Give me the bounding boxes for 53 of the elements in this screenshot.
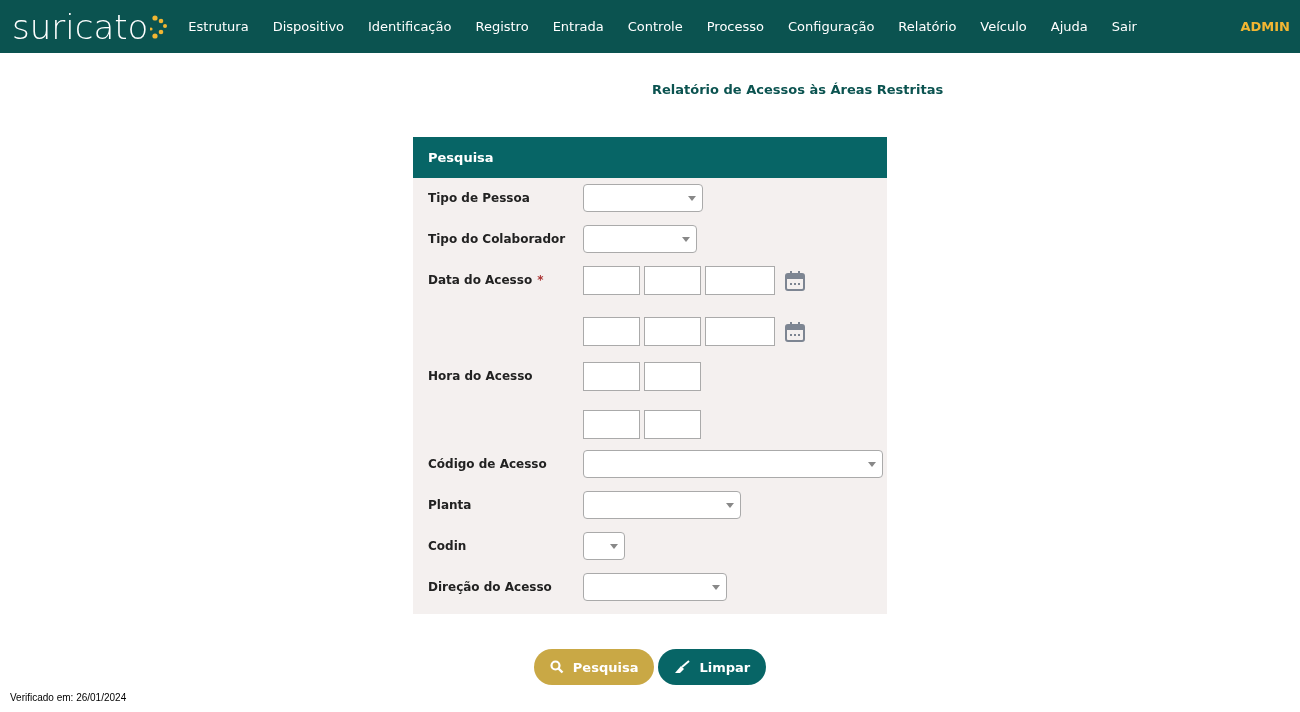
hour-input[interactable]: [583, 410, 640, 439]
field-label: Tipo do Colaborador: [428, 231, 567, 248]
dropdown[interactable]: [583, 450, 883, 478]
minute-input[interactable]: [644, 410, 701, 439]
dropdown[interactable]: [583, 532, 625, 560]
nav-item[interactable]: Registro: [463, 19, 541, 34]
dots-logo-icon: [150, 13, 169, 40]
dropdown[interactable]: [583, 491, 741, 519]
caret-icon: [610, 543, 618, 549]
year-input[interactable]: [705, 317, 775, 346]
nav-item[interactable]: Identificação: [356, 19, 464, 34]
caret-icon: [688, 195, 696, 201]
caret-icon: [682, 236, 690, 242]
field-label: Direção do Acesso: [428, 579, 553, 596]
broom-icon: [674, 660, 691, 674]
nav-item[interactable]: Entrada: [540, 19, 616, 34]
field-label: Tipo de Pessoa: [428, 190, 531, 207]
hour-input[interactable]: [583, 362, 640, 391]
field-label: Planta: [428, 497, 473, 514]
caret-icon: [726, 502, 734, 508]
nav-item[interactable]: Sair: [1099, 19, 1149, 34]
calendar-icon[interactable]: [785, 321, 805, 342]
calendar-icon[interactable]: [785, 270, 805, 291]
field-label: Codin: [428, 538, 468, 555]
nav-item[interactable]: Ajuda: [1038, 19, 1100, 34]
field-label: Data do Acesso *: [428, 272, 545, 289]
page-title: Relatório de Acessos às Áreas Restritas: [652, 82, 945, 97]
nav-item[interactable]: Configuração: [776, 19, 887, 34]
day-input[interactable]: [583, 317, 640, 346]
nav-item[interactable]: Veículo: [968, 19, 1039, 34]
nav-item[interactable]: Controle: [615, 19, 695, 34]
clear-button[interactable]: Limpar: [658, 649, 767, 685]
field-label: Hora do Acesso: [428, 368, 534, 385]
month-input[interactable]: [644, 266, 701, 295]
field-label: Código de Acesso: [428, 456, 548, 473]
dropdown[interactable]: [583, 225, 697, 253]
dropdown[interactable]: [583, 573, 727, 601]
search-icon: [549, 660, 564, 674]
panel-header: Pesquisa: [413, 137, 887, 178]
nav-item[interactable]: Processo: [694, 19, 776, 34]
day-input[interactable]: [583, 266, 640, 295]
year-input[interactable]: [705, 266, 775, 295]
nav-item[interactable]: Dispositivo: [260, 19, 357, 34]
nav-item[interactable]: Relatório: [886, 19, 969, 34]
user-name[interactable]: ADMIN: [1240, 19, 1290, 34]
dropdown[interactable]: [583, 184, 703, 212]
minute-input[interactable]: [644, 362, 701, 391]
nav-item[interactable]: Estrutura: [176, 19, 261, 34]
verified-date: Verificado em: 26/01/2024: [10, 692, 127, 703]
brand-logo: suricato: [12, 9, 149, 44]
caret-icon: [712, 584, 720, 590]
month-input[interactable]: [644, 317, 701, 346]
caret-icon: [868, 461, 876, 467]
